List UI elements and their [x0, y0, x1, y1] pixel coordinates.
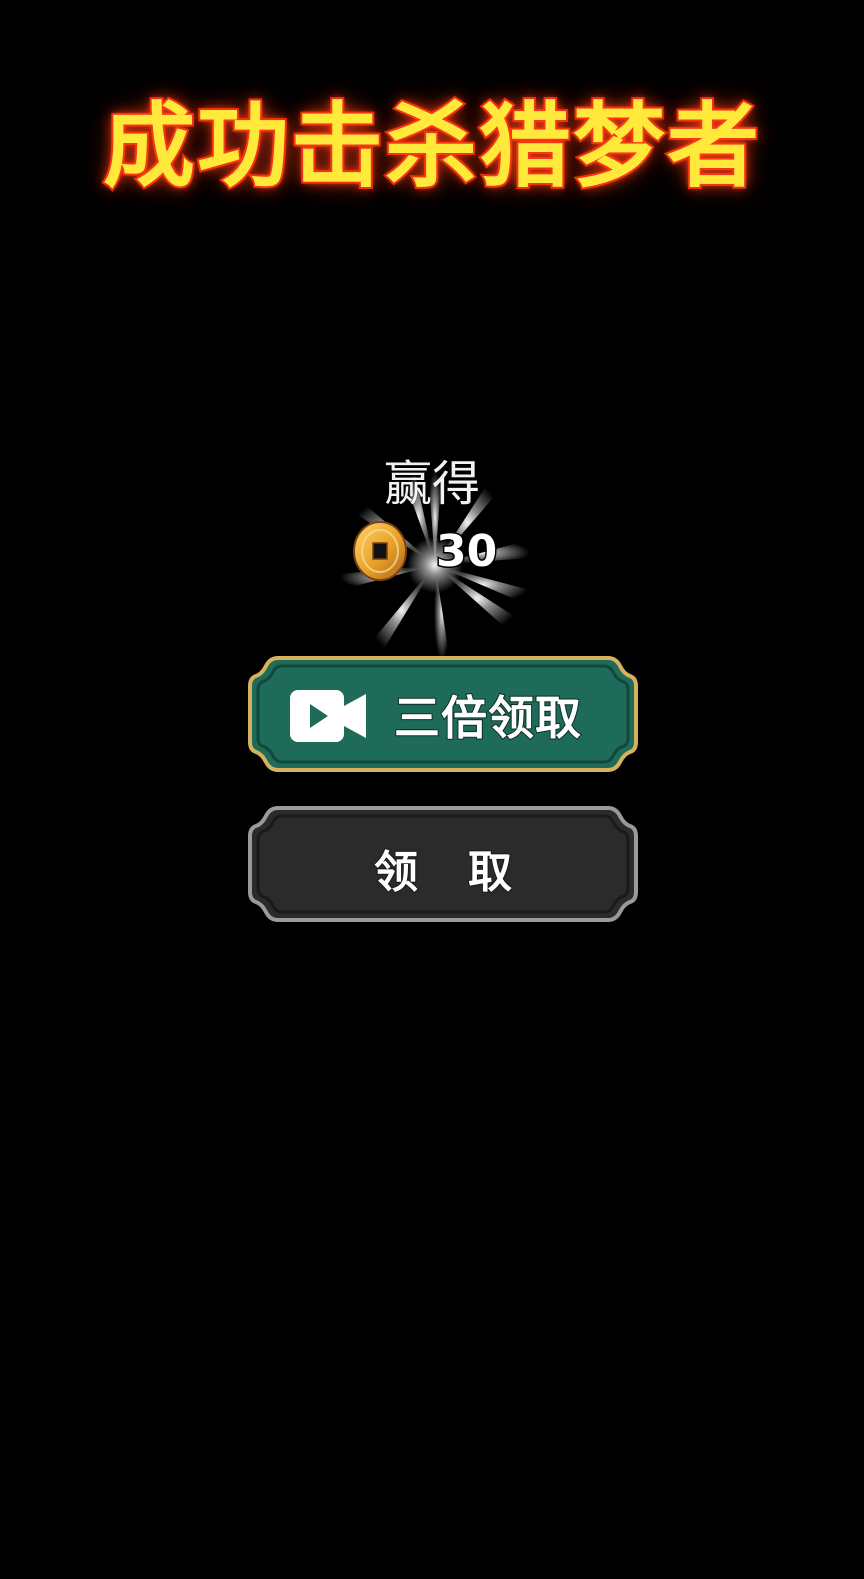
video-camera-icon — [290, 690, 366, 742]
triple-claim-label: 三倍领取 — [393, 690, 582, 746]
claim-label: 领取 — [373, 846, 562, 899]
claim-button[interactable]: 领取 — [248, 804, 638, 924]
triple-claim-button[interactable]: 三倍领取 — [248, 654, 638, 774]
reward-amount: 30 — [434, 525, 498, 579]
result-title: 成功击杀猎梦者 — [101, 91, 761, 202]
copper-coin-icon — [353, 521, 407, 581]
